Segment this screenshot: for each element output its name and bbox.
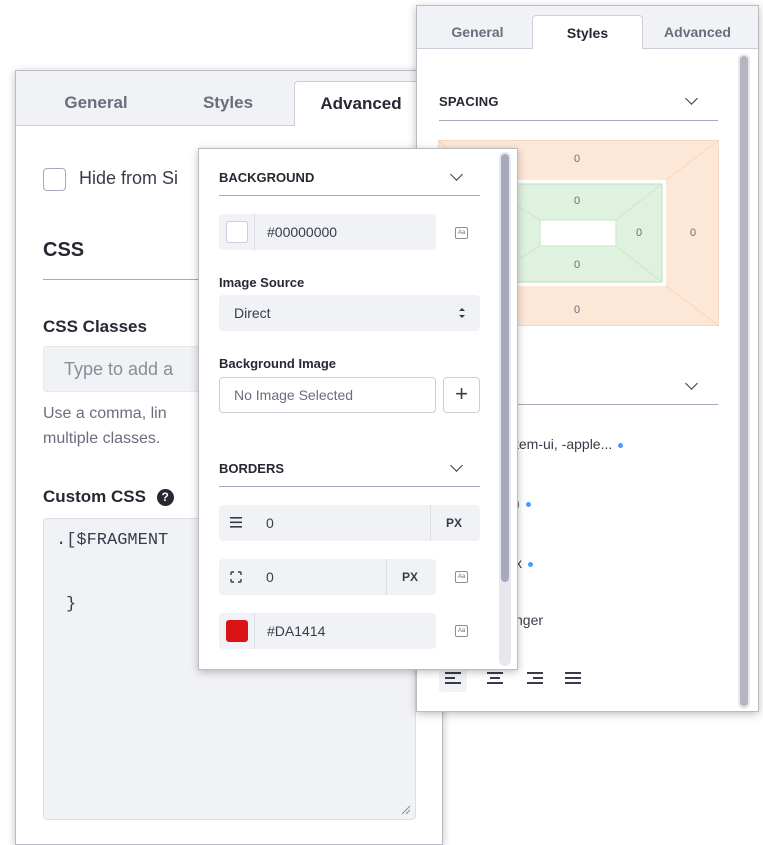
tab-styles[interactable]: Styles	[162, 81, 294, 125]
padding-top-value[interactable]: 0	[567, 195, 587, 207]
css-heading: CSS	[43, 239, 85, 261]
border-width-unit[interactable]: PX	[446, 516, 462, 530]
scrollbar-thumb[interactable]	[501, 154, 509, 582]
margin-right-value[interactable]: 0	[683, 227, 703, 239]
inherit-value-icon[interactable]: Aa	[455, 227, 468, 239]
border-color-field[interactable]: #DA1414	[219, 613, 436, 649]
customized-dot	[528, 561, 533, 567]
chevron-down-icon[interactable]	[685, 377, 698, 390]
border-radius-field[interactable]: 0 PX	[219, 559, 436, 595]
separator	[254, 214, 255, 250]
font-weight-value[interactable]: nger	[515, 612, 543, 628]
scrollbar[interactable]	[738, 54, 750, 709]
scrollbar-thumb[interactable]	[740, 56, 748, 706]
tab-general[interactable]: General	[423, 15, 532, 48]
spacing-divider	[439, 120, 718, 121]
font-family-text: tem-ui, -apple...	[515, 436, 613, 452]
align-right-icon[interactable]	[527, 672, 543, 687]
inherit-value-icon[interactable]: Aa	[455, 625, 468, 637]
chevron-down-icon[interactable]	[685, 92, 698, 105]
background-image-value: No Image Selected	[234, 387, 354, 403]
background-panel: BACKGROUND #00000000 Aa Image Source Dir…	[198, 148, 518, 670]
select-arrows-icon	[459, 308, 465, 318]
image-source-select[interactable]: Direct	[219, 295, 480, 331]
add-image-button[interactable]: +	[443, 377, 480, 413]
separator	[430, 505, 431, 541]
spacing-section-title: SPACING	[439, 94, 499, 109]
margin-top-value[interactable]: 0	[567, 153, 587, 165]
align-justify-icon[interactable]	[565, 672, 581, 687]
custom-css-label: Custom CSS	[43, 487, 146, 506]
help-line-2: multiple classes.	[43, 430, 161, 447]
background-image-label: Background Image	[219, 356, 337, 371]
padding-bottom-value[interactable]: 0	[567, 259, 587, 271]
bg-color-field[interactable]: #00000000	[219, 214, 436, 250]
css-classes-placeholder: Type to add a	[64, 359, 174, 379]
align-center-icon[interactable]	[487, 672, 503, 687]
border-radius-value[interactable]: 0	[266, 569, 274, 585]
border-radius-unit[interactable]: PX	[402, 570, 418, 584]
help-line-1: Use a comma, lin	[43, 405, 167, 422]
tab-advanced[interactable]: Advanced	[643, 15, 752, 48]
border-width-icon	[230, 517, 242, 528]
code-line-1: .[$FRAGMENT	[56, 531, 169, 550]
border-color-swatch[interactable]	[226, 620, 248, 642]
inherit-value-icon[interactable]: Aa	[455, 571, 468, 583]
panel-tabs: General Styles Advanced	[16, 71, 442, 126]
code-line-2: }	[66, 595, 77, 614]
margin-bottom-value[interactable]: 0	[567, 304, 587, 316]
customized-dot	[618, 442, 624, 448]
hide-checkbox[interactable]	[43, 168, 66, 191]
padding-right-value[interactable]: 0	[629, 227, 649, 239]
border-color-value[interactable]: #DA1414	[267, 623, 325, 639]
chevron-down-icon[interactable]	[450, 459, 463, 472]
borders-divider	[219, 486, 480, 487]
plus-icon: +	[455, 381, 468, 406]
customized-dot	[525, 501, 531, 507]
tab-styles[interactable]: Styles	[532, 15, 643, 49]
borders-section-title: BORDERS	[219, 461, 285, 476]
align-left-icon	[445, 672, 461, 687]
custom-css-label-row: Custom CSS ?	[43, 487, 174, 507]
hide-checkbox-label: Hide from Si	[79, 168, 179, 188]
tab-advanced[interactable]: Advanced	[294, 81, 428, 126]
bg-color-value[interactable]: #00000000	[267, 224, 337, 240]
border-radius-icon	[230, 571, 242, 583]
background-divider	[219, 195, 480, 196]
resize-handle-icon[interactable]	[401, 805, 411, 815]
separator	[254, 613, 255, 649]
help-icon[interactable]: ?	[156, 489, 174, 507]
panel-tabs: General Styles Advanced	[417, 6, 758, 49]
chevron-down-icon[interactable]	[450, 168, 463, 181]
image-source-value: Direct	[234, 305, 271, 321]
border-width-value[interactable]: 0	[266, 515, 274, 531]
image-source-label: Image Source	[219, 275, 305, 290]
css-classes-label: CSS Classes	[43, 317, 147, 336]
background-section-title: BACKGROUND	[219, 170, 315, 185]
tab-general[interactable]: General	[30, 81, 162, 125]
css-classes-help: Use a comma, lin multiple classes.	[43, 401, 167, 451]
font-family-value[interactable]: tem-ui, -apple...	[515, 436, 624, 452]
separator	[386, 559, 387, 595]
border-width-field[interactable]: 0 PX	[219, 505, 480, 541]
bg-color-swatch[interactable]	[226, 221, 248, 243]
scrollbar[interactable]	[499, 152, 511, 666]
background-image-field[interactable]: No Image Selected	[219, 377, 436, 413]
